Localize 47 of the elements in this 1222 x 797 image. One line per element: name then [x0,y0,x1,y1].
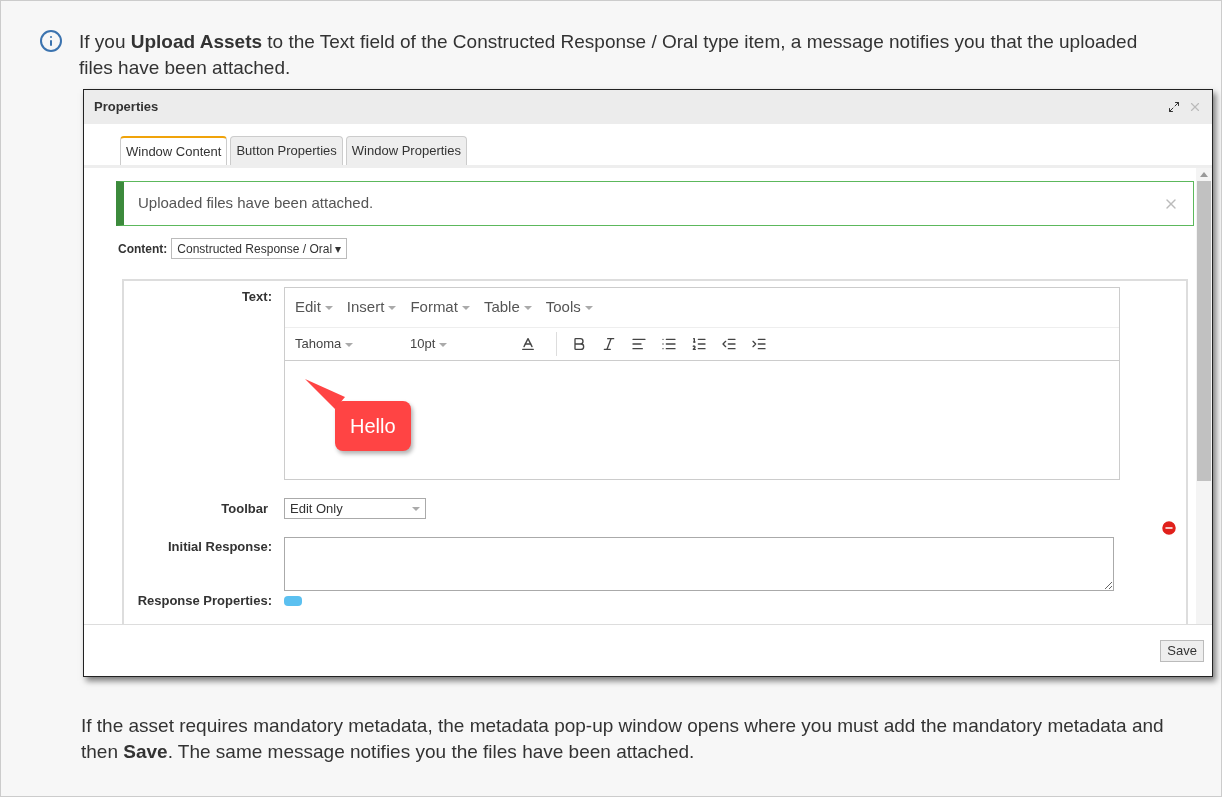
caret-icon [412,506,420,511]
caret-icon [388,306,397,311]
scroll-up-icon[interactable] [1200,172,1208,177]
size-select[interactable]: 10pt [410,334,520,354]
toolbar-label: Toolbar [220,499,269,518]
tab[interactable]: Window Properties [345,136,467,165]
expand-icon[interactable] [1168,101,1180,113]
menu-item[interactable]: Edit [295,296,333,319]
save-button[interactable]: Save [1160,639,1204,662]
content-select[interactable]: Constructed Response / Oral ▾ [171,238,348,259]
alert-message: Uploaded files have been attached. [138,193,374,214]
tab[interactable]: Button Properties [230,136,343,165]
italic-icon[interactable] [601,336,617,352]
content-label: Content: [118,240,168,258]
dialog-title: Properties [94,98,159,117]
menu-item[interactable]: Format [410,296,470,319]
bold-icon[interactable] [571,336,587,352]
initial-response-field[interactable] [284,537,1114,591]
tab[interactable]: Window Content [120,136,228,165]
menu-item[interactable]: Insert [346,296,397,319]
outdent-icon[interactable] [721,336,737,352]
caret-icon [439,342,448,347]
intro-paragraph: If you Upload Assets to the Text field of the Constructed Response / Oral type item, a message notifies you that the uploaded files have been attached. [79,30,1139,80]
menu-item[interactable]: Tools [545,296,593,319]
scrollbar-thumb[interactable] [1197,181,1211,481]
numbered-list-icon[interactable] [691,336,707,352]
toggle-icon[interactable] [284,595,302,606]
callout-bubble: Hello [335,401,411,451]
font-select[interactable]: Tahoma [295,334,410,354]
align-left-icon[interactable] [631,336,647,352]
caret-icon [523,306,532,311]
menu-item[interactable]: Table [483,296,532,319]
info-icon [39,29,63,53]
indent-icon[interactable] [751,336,767,352]
caret-icon [584,306,593,311]
callout-pointer-icon [305,379,345,409]
remove-icon[interactable] [1160,519,1178,537]
bullet-list-icon[interactable] [661,336,677,352]
text-color-icon[interactable] [520,336,536,352]
response-properties-label: Response Properties: [136,592,273,610]
caret-icon [345,342,354,347]
initial-response-label: Initial Response: [166,538,273,556]
caret-icon [324,306,333,311]
caret-icon [461,306,470,311]
toolbar-select[interactable]: Edit Only [284,498,426,519]
text-label: Text: [240,288,273,306]
outro-paragraph: If the asset requires mandatory metadata, the metadata pop-up window opens where you must add the mandatory metadata and then Save. The same message notifies you the files have been attached. [81,714,1165,764]
